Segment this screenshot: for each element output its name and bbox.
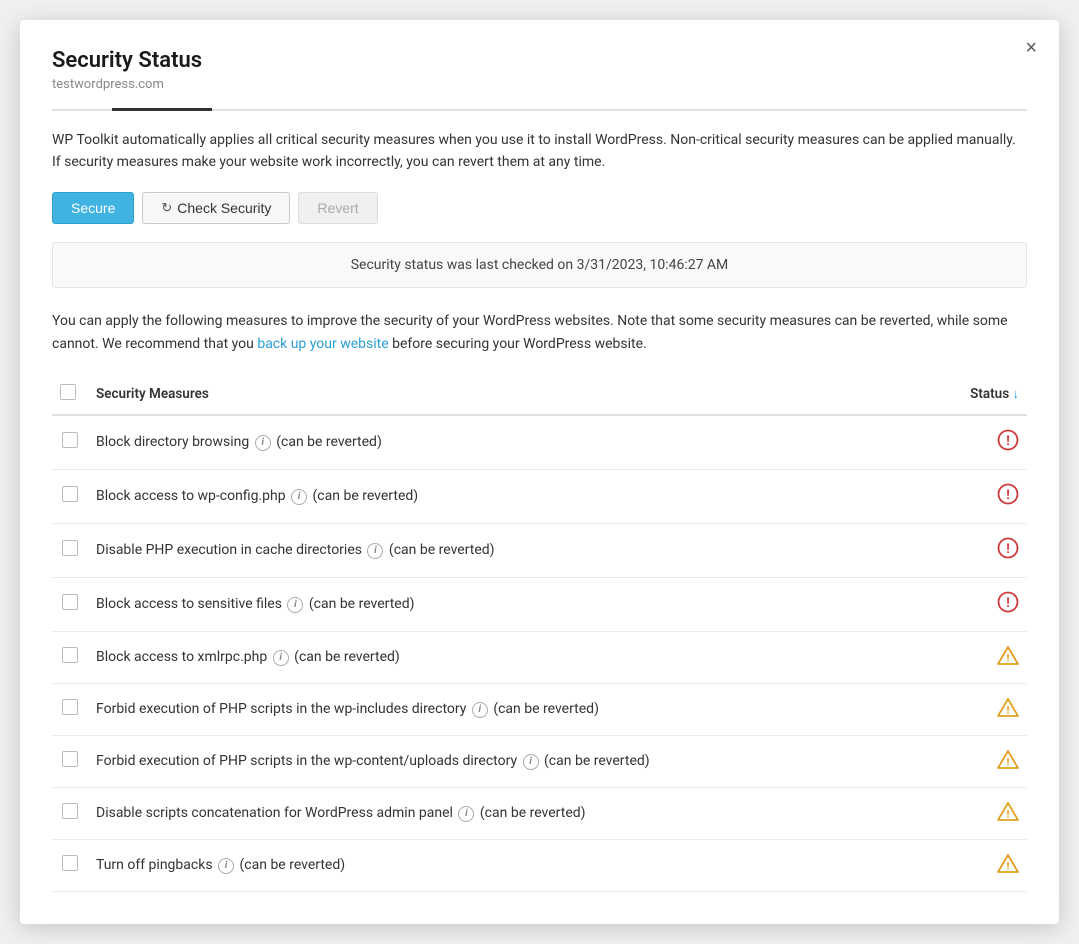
row-checkbox[interactable] <box>62 699 78 715</box>
table-row: Disable scripts concatenation for WordPr… <box>52 787 1027 839</box>
info-icon[interactable]: i <box>458 806 474 822</box>
row-checkbox-cell <box>52 735 88 787</box>
row-status-icon: ! <box>962 631 1027 683</box>
row-measure-label: Forbid execution of PHP scripts in the w… <box>88 735 962 787</box>
row-checkbox[interactable] <box>62 432 78 448</box>
table-row: Disable PHP execution in cache directori… <box>52 523 1027 577</box>
revert-button[interactable]: Revert <box>298 192 377 224</box>
row-measure-label: Forbid execution of PHP scripts in the w… <box>88 683 962 735</box>
row-status-icon: ! <box>962 839 1027 891</box>
row-status-icon: ! <box>962 577 1027 631</box>
row-checkbox[interactable] <box>62 594 78 610</box>
error-icon: ! <box>997 433 1019 456</box>
select-all-header <box>52 376 88 415</box>
row-measure-label: Turn off pingbacks i (can be reverted) <box>88 839 962 891</box>
info-icon[interactable]: i <box>287 597 303 613</box>
tab-active-indicator <box>112 108 212 111</box>
svg-text:!: ! <box>1007 756 1010 769</box>
col-header-measures: Security Measures <box>88 376 962 415</box>
info-icon[interactable]: i <box>472 702 488 718</box>
svg-text:!: ! <box>1007 860 1010 873</box>
table-row: Forbid execution of PHP scripts in the w… <box>52 735 1027 787</box>
table-row: Block access to wp-config.php i (can be … <box>52 469 1027 523</box>
row-status-icon: ! <box>962 735 1027 787</box>
row-checkbox[interactable] <box>62 540 78 556</box>
svg-text:!: ! <box>1007 652 1010 665</box>
close-button[interactable]: × <box>1025 38 1037 58</box>
row-measure-label: Disable PHP execution in cache directori… <box>88 523 962 577</box>
backup-link[interactable]: back up your website <box>257 336 388 352</box>
table-row: Block access to sensitive files i (can b… <box>52 577 1027 631</box>
warn-icon: ! <box>997 754 1019 774</box>
row-checkbox[interactable] <box>62 486 78 502</box>
intro-description: WP Toolkit automatically applies all cri… <box>52 129 1027 174</box>
secure-button[interactable]: Secure <box>52 192 134 224</box>
svg-text:!: ! <box>1006 434 1010 449</box>
row-measure-label: Disable scripts concatenation for WordPr… <box>88 787 962 839</box>
info-icon[interactable]: i <box>367 543 383 559</box>
table-row: Turn off pingbacks i (can be reverted) ! <box>52 839 1027 891</box>
row-status-icon: ! <box>962 415 1027 470</box>
table-row: Block access to xmlrpc.php i (can be rev… <box>52 631 1027 683</box>
info-icon[interactable]: i <box>218 858 234 874</box>
security-status-dialog: × Security Status testwordpress.com WP T… <box>20 20 1059 924</box>
row-measure-label: Block access to xmlrpc.php i (can be rev… <box>88 631 962 683</box>
row-status-icon: ! <box>962 523 1027 577</box>
refresh-icon: ↻ <box>161 200 172 216</box>
row-checkbox-cell <box>52 577 88 631</box>
row-checkbox-cell <box>52 683 88 735</box>
apply-description: You can apply the following measures to … <box>52 310 1027 356</box>
dialog-subtitle: testwordpress.com <box>52 77 1027 92</box>
row-checkbox-cell <box>52 523 88 577</box>
row-checkbox-cell <box>52 415 88 470</box>
row-measure-label: Block directory browsing i (can be rever… <box>88 415 962 470</box>
error-icon: ! <box>997 487 1019 510</box>
svg-text:!: ! <box>1006 542 1010 557</box>
info-icon[interactable]: i <box>255 435 271 451</box>
error-icon: ! <box>997 595 1019 618</box>
dialog-title: Security Status <box>52 48 1027 73</box>
last-checked-status: Security status was last checked on 3/31… <box>52 242 1027 288</box>
row-status-icon: ! <box>962 683 1027 735</box>
table-row: Block directory browsing i (can be rever… <box>52 415 1027 470</box>
row-checkbox[interactable] <box>62 751 78 767</box>
row-checkbox-cell <box>52 469 88 523</box>
svg-text:!: ! <box>1006 596 1010 611</box>
row-checkbox-cell <box>52 631 88 683</box>
row-measure-label: Block access to wp-config.php i (can be … <box>88 469 962 523</box>
select-all-checkbox[interactable] <box>60 384 76 400</box>
svg-text:!: ! <box>1007 808 1010 821</box>
row-checkbox[interactable] <box>62 647 78 663</box>
row-checkbox-cell <box>52 839 88 891</box>
tab-bar <box>52 106 1027 111</box>
security-measures-table: Security Measures Status ↓ Block directo… <box>52 376 1027 892</box>
info-icon[interactable]: i <box>273 650 289 666</box>
warn-icon: ! <box>997 858 1019 878</box>
check-security-button[interactable]: ↻ Check Security <box>142 192 290 224</box>
table-row: Forbid execution of PHP scripts in the w… <box>52 683 1027 735</box>
warn-icon: ! <box>997 650 1019 670</box>
row-checkbox[interactable] <box>62 855 78 871</box>
error-icon: ! <box>997 541 1019 564</box>
row-status-icon: ! <box>962 787 1027 839</box>
warn-icon: ! <box>997 806 1019 826</box>
sort-arrow-icon[interactable]: ↓ <box>1013 387 1020 402</box>
info-icon[interactable]: i <box>291 489 307 505</box>
action-buttons: Secure ↻ Check Security Revert <box>52 192 1027 224</box>
row-status-icon: ! <box>962 469 1027 523</box>
row-measure-label: Block access to sensitive files i (can b… <box>88 577 962 631</box>
svg-text:!: ! <box>1006 488 1010 503</box>
row-checkbox[interactable] <box>62 803 78 819</box>
row-checkbox-cell <box>52 787 88 839</box>
warn-icon: ! <box>997 702 1019 722</box>
col-header-status: Status ↓ <box>962 376 1027 415</box>
info-icon[interactable]: i <box>523 754 539 770</box>
svg-text:!: ! <box>1007 704 1010 717</box>
